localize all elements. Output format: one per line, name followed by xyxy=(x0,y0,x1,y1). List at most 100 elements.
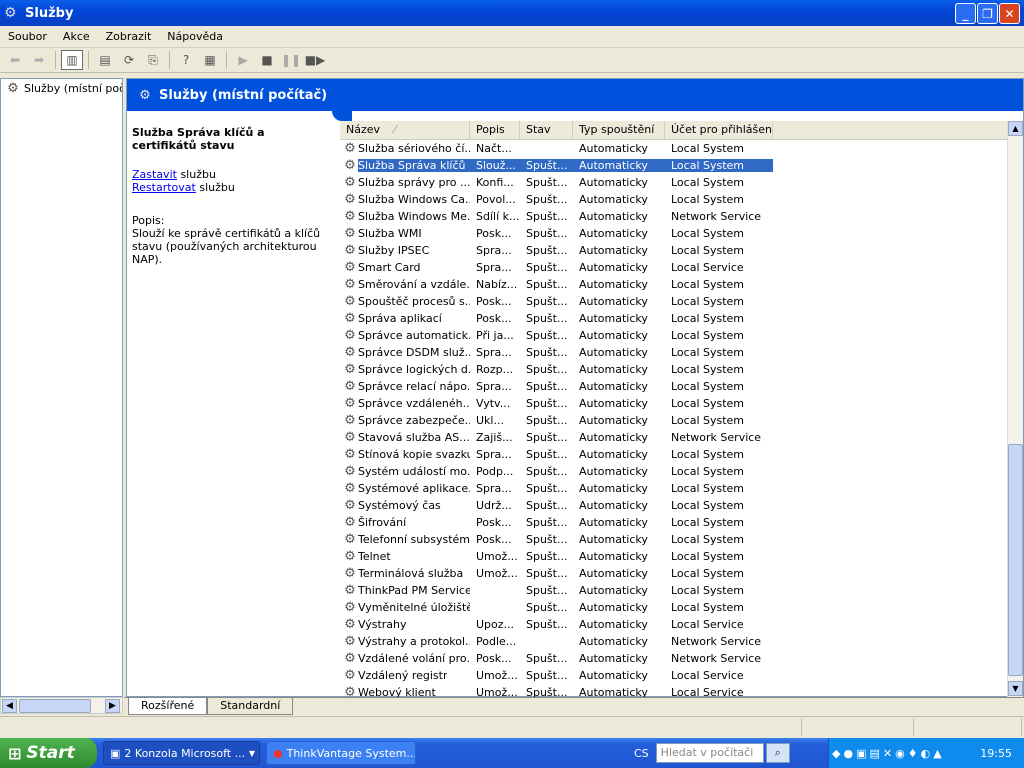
service-row[interactable]: ⚙ Telefonní subsystém Posk... Spušt... Autom… xyxy=(340,531,1007,548)
restart-service-link[interactable]: Restartovat xyxy=(132,181,196,194)
tray-icon[interactable]: ▤ xyxy=(869,747,879,760)
tray-icon[interactable]: ◆ xyxy=(832,747,840,760)
language-indicator[interactable]: CS xyxy=(634,747,649,760)
service-row[interactable]: ⚙ Správa aplikací Posk... Spušt... Automatic… xyxy=(340,310,1007,327)
service-row[interactable]: ⚙ Systém událostí mo... Podp... Spušt... Aut… xyxy=(340,463,1007,480)
menu-action[interactable]: Akce xyxy=(55,30,98,43)
scroll-left-icon[interactable]: ◀ xyxy=(2,699,17,713)
column-header-description[interactable]: Popis xyxy=(470,121,520,139)
service-row[interactable]: ⚙ Směrování a vzdále... Nabíz... Spušt... Au… xyxy=(340,276,1007,293)
back-arrow-icon[interactable]: ⬅ xyxy=(4,50,26,70)
tray-icon[interactable]: ◉ xyxy=(895,747,905,760)
service-name: ThinkPad PM Service xyxy=(358,584,470,597)
service-row[interactable]: ⚙ Služba WMI Posk... Spušt... Automaticky Loc… xyxy=(340,225,1007,242)
maximize-button[interactable]: ❐ xyxy=(977,3,998,24)
taskbar-item-thinkvantage[interactable]: ● ThinkVantage System... xyxy=(266,741,416,765)
service-row[interactable]: ⚙ Stínová kopie svazku Spra... Spušt... Auto… xyxy=(340,446,1007,463)
menu-view[interactable]: Zobrazit xyxy=(98,30,160,43)
scroll-right-icon[interactable]: ▶ xyxy=(105,699,120,713)
show-tree-icon[interactable]: ▥ xyxy=(61,50,83,70)
pause-icon[interactable]: ❚❚ xyxy=(280,50,302,70)
service-row[interactable]: ⚙ Správce automatick... Při ja... Spušt... A… xyxy=(340,327,1007,344)
service-row[interactable]: ⚙ Telnet Umož... Spušt... Automaticky Local S… xyxy=(340,548,1007,565)
service-row[interactable]: ⚙ Terminálová služba Umož... Spušt... Automa… xyxy=(340,565,1007,582)
service-row[interactable]: ⚙ Správce vzdálenéh... Vytv... Spušt... Auto… xyxy=(340,395,1007,412)
service-description: Posk... xyxy=(476,295,512,308)
service-description: Spra... xyxy=(476,482,512,495)
stop-icon[interactable]: ■ xyxy=(256,50,278,70)
service-row[interactable]: ⚙ Systémové aplikace... Spra... Spušt... Aut… xyxy=(340,480,1007,497)
restart-icon[interactable]: ■▶ xyxy=(304,50,326,70)
service-startup-type: Automaticky xyxy=(579,346,648,359)
start-button[interactable]: ⊞ Start xyxy=(0,738,97,768)
minimize-button[interactable]: _ xyxy=(955,3,976,24)
tray-icon[interactable]: ◐ xyxy=(921,747,931,760)
tray-icon[interactable]: ● xyxy=(843,747,853,760)
service-name-cell: ⚙ Správce logických d... xyxy=(340,363,470,376)
tab-standard[interactable]: Standardní xyxy=(207,698,294,715)
service-row[interactable]: ⚙ Správce logických d... Rozp... Spušt... Au… xyxy=(340,361,1007,378)
service-status: Spušt... xyxy=(526,499,568,512)
forward-arrow-icon[interactable]: ➡ xyxy=(28,50,50,70)
column-header-startup-type[interactable]: Typ spouštění xyxy=(573,121,665,139)
service-name-cell: ⚙ Spouštěč procesů s... xyxy=(340,295,470,308)
export-list-icon[interactable]: ⎘ xyxy=(142,50,164,70)
service-row[interactable]: ⚙ Vyměnitelné úložiště Spušt... Automaticky… xyxy=(340,599,1007,616)
service-row[interactable]: ⚙ Vzdálené volání pro... Posk... Spušt... Au… xyxy=(340,650,1007,667)
close-button[interactable]: ✕ xyxy=(999,3,1020,24)
service-row[interactable]: ⚙ Služba Windows Me... Sdílí k... Spušt... A… xyxy=(340,208,1007,225)
scroll-down-icon[interactable]: ▼ xyxy=(1008,681,1023,696)
taskbar-item-mmc[interactable]: ▣ 2 Konzola Microsoft ... ▼ xyxy=(103,741,260,765)
tray-icon[interactable]: ✕ xyxy=(883,747,892,760)
tree-item-services-local[interactable]: ⚙ Služby (místní počítač) xyxy=(1,79,122,98)
search-icon[interactable]: ⌕ xyxy=(765,743,790,763)
tray-icon[interactable]: ▲ xyxy=(933,747,941,760)
service-gear-icon: ⚙ xyxy=(344,226,356,241)
scroll-up-icon[interactable]: ▲ xyxy=(1008,121,1023,136)
service-row[interactable]: ⚙ Systémový čas Udrž... Spušt... Automaticky… xyxy=(340,497,1007,514)
menu-file[interactable]: Soubor xyxy=(0,30,55,43)
service-name: Služby IPSEC xyxy=(358,244,430,257)
service-row[interactable]: ⚙ Výstrahy a protokol... Podle... Automatic… xyxy=(340,633,1007,650)
scroll-thumb[interactable] xyxy=(1008,444,1023,676)
list-vertical-scrollbar[interactable]: ▲ ▼ xyxy=(1007,121,1023,697)
service-startup-type: Automaticky xyxy=(579,499,648,512)
column-header-name[interactable]: Název ⁄ xyxy=(340,121,470,139)
status-section xyxy=(914,718,1022,736)
action-pane-icon[interactable]: ▦ xyxy=(199,50,221,70)
properties-icon[interactable]: ▤ xyxy=(94,50,116,70)
service-row[interactable]: ⚙ Správce zabezpeče... Ukl... Spušt... Autom… xyxy=(340,412,1007,429)
service-name-cell: ⚙ Stínová kopie svazku xyxy=(340,448,470,461)
service-gear-icon: ⚙ xyxy=(344,430,356,445)
service-row[interactable]: ⚙ Správce DSDM služ... Spra... Spušt... Auto… xyxy=(340,344,1007,361)
help-icon[interactable]: ? xyxy=(175,50,197,70)
column-header-logon-account[interactable]: Účet pro přihlášení xyxy=(665,121,773,139)
service-row[interactable]: ⚙ Šifrování Posk... Spušt... Automaticky Loca… xyxy=(340,514,1007,531)
service-row[interactable]: ⚙ Služba Správa klíčů ... Slouž... Spušt...… xyxy=(340,157,1007,174)
service-row[interactable]: ⚙ ThinkPad PM Service Spušt... Automaticky L… xyxy=(340,582,1007,599)
tab-extended[interactable]: Rozšířené xyxy=(128,698,208,715)
service-startup-type: Automaticky xyxy=(579,431,648,444)
service-row[interactable]: ⚙ Služby IPSEC Spra... Spušt... Automaticky L… xyxy=(340,242,1007,259)
service-row[interactable]: ⚙ Smart Card Spra... Spušt... Automaticky Loc… xyxy=(340,259,1007,276)
stop-service-link[interactable]: Zastavit xyxy=(132,168,177,181)
service-row[interactable]: ⚙ Služba Windows Ca... Povol... Spušt... Aut… xyxy=(340,191,1007,208)
service-row[interactable]: ⚙ Webový klient Umož... Spušt... Automaticky… xyxy=(340,684,1007,697)
service-row[interactable]: ⚙ Stavová služba AS... Zajiš... Spušt... Aut… xyxy=(340,429,1007,446)
tray-icon[interactable]: ♦ xyxy=(908,747,918,760)
column-header-status[interactable]: Stav xyxy=(520,121,573,139)
desktop-search-input[interactable]: Hledat v počítači xyxy=(655,743,764,763)
service-row[interactable]: ⚙ Služba správy pro ... Konfi... Spušt... Au… xyxy=(340,174,1007,191)
scroll-thumb[interactable] xyxy=(19,699,91,713)
service-row[interactable]: ⚙ Služba sériového čí... Načt... Automatick… xyxy=(340,140,1007,157)
service-row[interactable]: ⚙ Vzdálený registr Umož... Spušt... Automati… xyxy=(340,667,1007,684)
tree-horizontal-scrollbar[interactable]: ◀ ▶ xyxy=(0,697,123,714)
service-status: Spušt... xyxy=(526,550,568,563)
tray-icon[interactable]: ▣ xyxy=(856,747,866,760)
service-row[interactable]: ⚙ Výstrahy Upoz... Spušt... Automaticky Local… xyxy=(340,616,1007,633)
menu-help[interactable]: Nápověda xyxy=(159,30,231,43)
service-row[interactable]: ⚙ Spouštěč procesů s... Posk... Spušt... Aut… xyxy=(340,293,1007,310)
play-icon[interactable]: ▶ xyxy=(232,50,254,70)
refresh-icon[interactable]: ⟳ xyxy=(118,50,140,70)
service-row[interactable]: ⚙ Správce relací nápo... Spra... Spušt... Au… xyxy=(340,378,1007,395)
